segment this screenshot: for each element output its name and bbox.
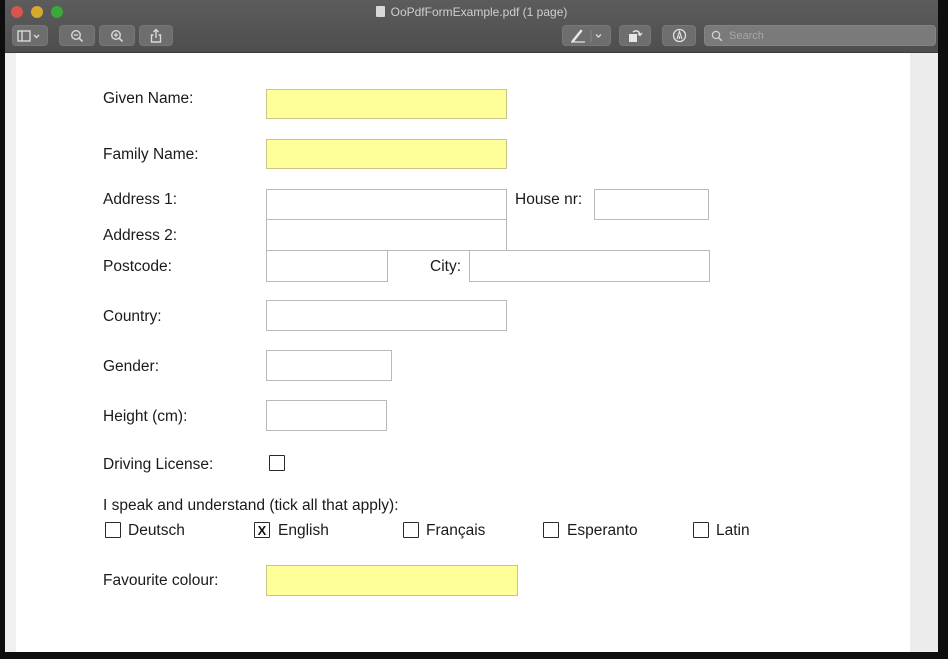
favourite-colour-label: Favourite colour:: [103, 572, 219, 589]
pdf-viewer-window: OoPdfFormExample.pdf (1 page) Search Giv…: [5, 0, 938, 652]
sidebar-toggle-button[interactable]: [12, 25, 48, 46]
titlebar: OoPdfFormExample.pdf (1 page): [5, 0, 938, 53]
checkbox-deutsch[interactable]: [105, 522, 121, 538]
country-field[interactable]: [266, 300, 507, 331]
markup-pen-icon: [571, 29, 602, 43]
search-input[interactable]: [727, 28, 931, 43]
favourite-colour-field[interactable]: [266, 565, 518, 596]
checkbox-label-latin: Latin: [716, 522, 750, 539]
zoom-out-button[interactable]: [59, 25, 95, 46]
checkbox-esperanto[interactable]: [543, 522, 559, 538]
pdf-document-icon: [375, 6, 385, 17]
gender-label: Gender:: [103, 358, 160, 375]
share-icon: [150, 28, 162, 43]
checkbox-label-english: English: [278, 522, 329, 539]
address2-field[interactable]: [266, 219, 507, 251]
family-name-field[interactable]: [266, 139, 507, 169]
driving-license-checkbox[interactable]: [269, 455, 285, 471]
checkbox-latin[interactable]: [693, 522, 709, 538]
rotate-icon: [629, 30, 643, 42]
checkbox-label-francais: Français: [426, 522, 486, 539]
sidebar-icon: [17, 29, 40, 42]
share-button[interactable]: [139, 25, 173, 46]
annotate-icon: [672, 28, 686, 43]
family-name-label: Family Name:: [103, 146, 199, 163]
markup-pen-button[interactable]: [562, 25, 611, 46]
city-label: City:: [430, 258, 461, 275]
house-nr-field[interactable]: [594, 189, 709, 220]
driving-license-label: Driving License:: [103, 456, 214, 473]
height-field[interactable]: [266, 400, 387, 431]
address1-label: Address 1:: [103, 191, 178, 208]
zoom-in-icon: [110, 29, 124, 42]
checkbox-english[interactable]: X: [254, 522, 270, 538]
languages-label: I speak and understand (tick all that ap…: [103, 497, 399, 514]
annotate-button[interactable]: [662, 25, 696, 46]
given-name-field[interactable]: [266, 89, 507, 119]
pdf-page: Given Name: Family Name: Address 1: Hous…: [16, 53, 910, 652]
given-name-label: Given Name:: [103, 90, 194, 107]
search-icon: [711, 30, 723, 41]
house-nr-label: House nr:: [515, 191, 583, 208]
window-title-text: OoPdfFormExample.pdf (1 page): [390, 5, 568, 19]
postcode-field[interactable]: [266, 250, 388, 282]
rotate-button[interactable]: [619, 25, 651, 46]
address2-label: Address 2:: [103, 227, 178, 244]
city-field[interactable]: [469, 250, 710, 282]
zoom-out-icon: [70, 29, 84, 42]
zoom-in-button[interactable]: [99, 25, 135, 46]
checkbox-label-deutsch: Deutsch: [128, 522, 185, 539]
scroll-gutter[interactable]: [910, 53, 938, 652]
country-label: Country:: [103, 308, 162, 325]
height-label: Height (cm):: [103, 408, 188, 425]
postcode-label: Postcode:: [103, 258, 172, 275]
checkbox-francais[interactable]: [403, 522, 419, 538]
checkbox-label-esperanto: Esperanto: [567, 522, 638, 539]
search-field[interactable]: [704, 25, 936, 46]
address1-field[interactable]: [266, 189, 507, 220]
gender-field[interactable]: [266, 350, 392, 381]
window-title: OoPdfFormExample.pdf (1 page): [5, 4, 938, 20]
